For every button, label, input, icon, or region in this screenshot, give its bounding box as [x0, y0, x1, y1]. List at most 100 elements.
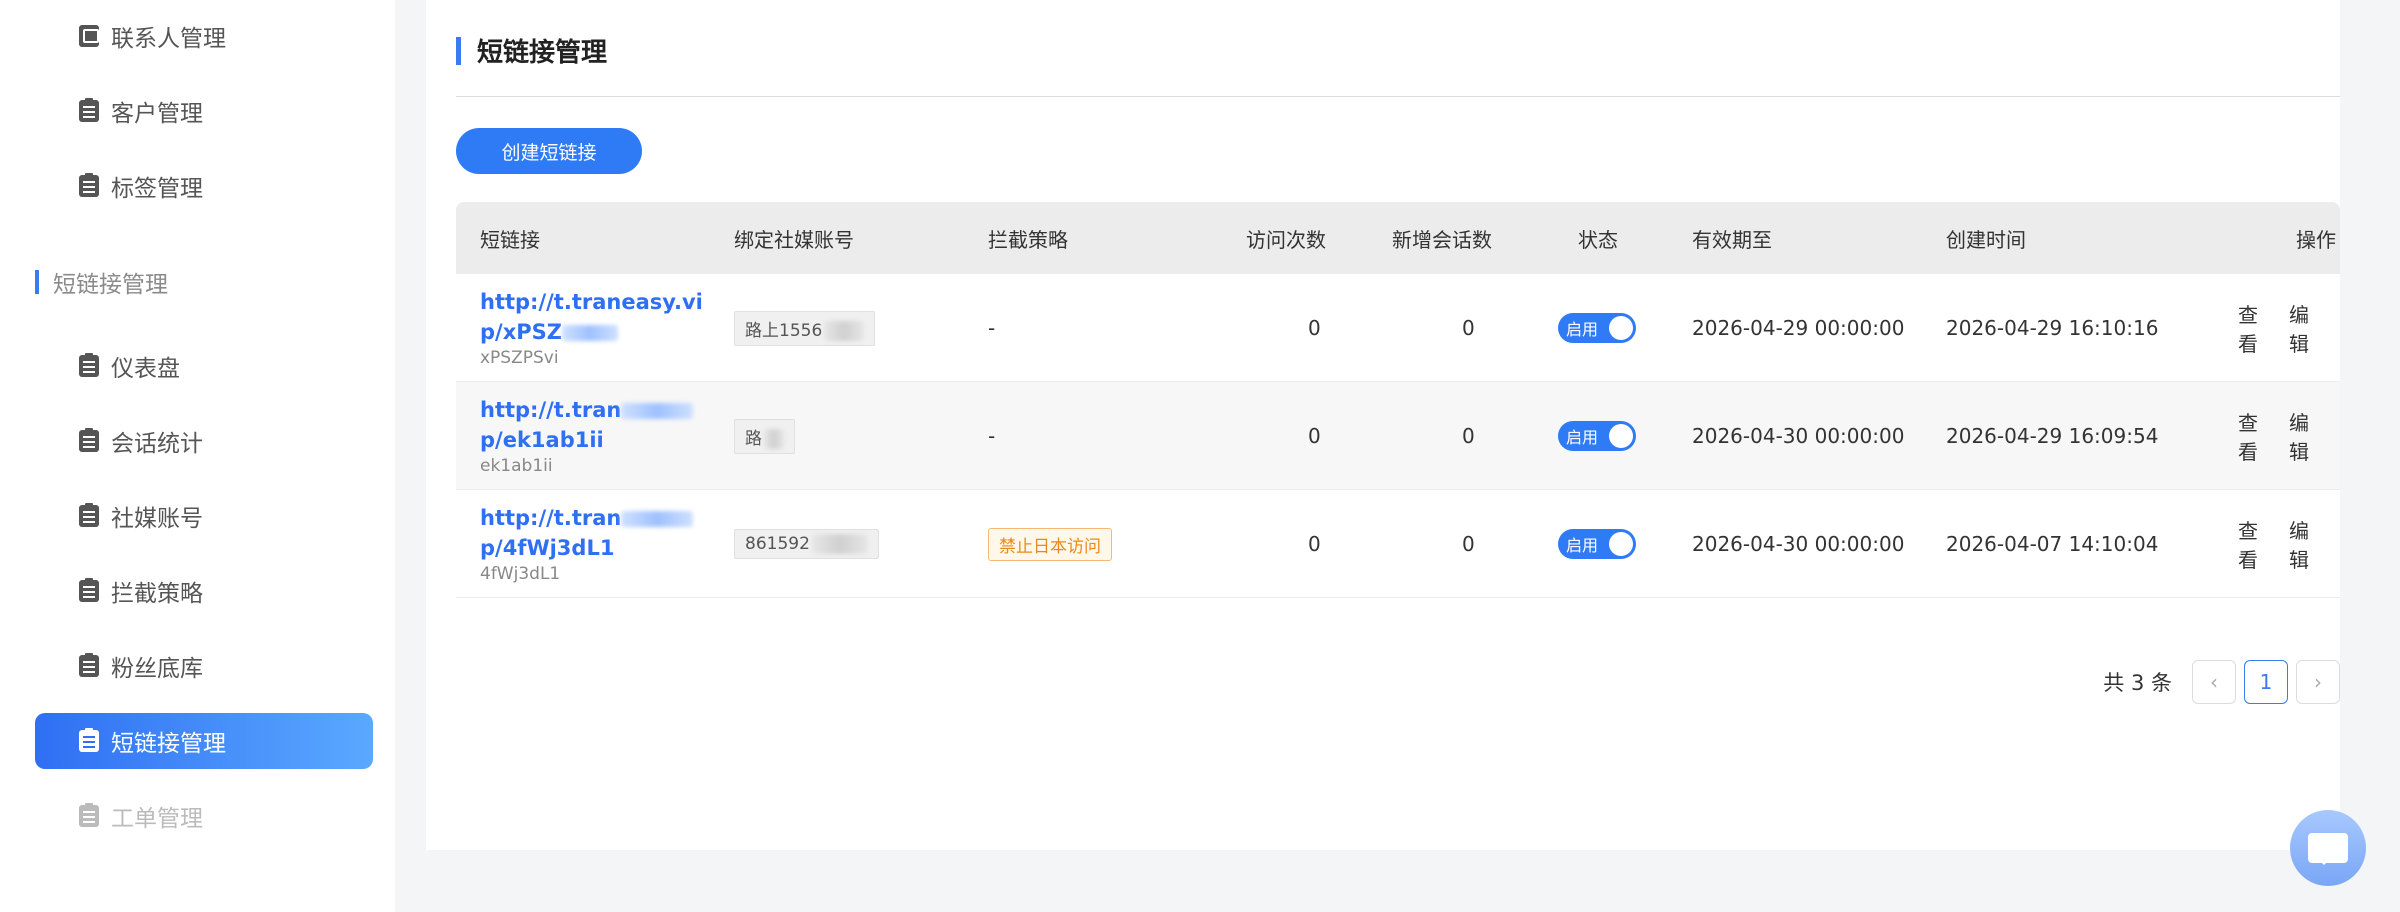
- column-header-sessions: 新增会话数: [1392, 227, 1492, 252]
- actions-cell: 查看 编辑: [2238, 274, 2340, 382]
- account-cell: 路上1556: [734, 274, 876, 382]
- status-toggle[interactable]: 启用: [1558, 421, 1636, 451]
- sidebar-item-session-stats[interactable]: 会话统计: [35, 413, 373, 469]
- document-icon: [79, 98, 99, 122]
- redacted-mask: [811, 534, 868, 554]
- created-cell: 2026-04-07 14:10:04: [1946, 532, 2159, 556]
- toggle-label: 启用: [1566, 320, 1599, 339]
- account-cell: 路: [734, 382, 795, 490]
- column-header-created: 创建时间: [1946, 227, 2026, 252]
- shortlink-link[interactable]: http://t.tran p/4fWj3dL1: [480, 503, 694, 563]
- prev-page-button[interactable]: ‹: [2192, 660, 2236, 704]
- contact-card-icon: [79, 25, 99, 47]
- sidebar-item-dashboard[interactable]: 仪表盘: [35, 338, 373, 394]
- account-badge: 路: [734, 418, 795, 454]
- toggle-knob: [1609, 316, 1633, 340]
- redacted-mask: [824, 320, 865, 341]
- actions-cell: 查看 编辑: [2238, 382, 2340, 490]
- column-header-shortlink: 短链接: [480, 227, 540, 252]
- document-icon: [79, 653, 99, 677]
- status-cell: 启用: [1558, 274, 1636, 382]
- shortlink-link[interactable]: http://t.tran p/ek1ab1ii: [480, 395, 694, 455]
- sessions-cell: 0: [1462, 532, 1475, 556]
- expires-cell: 2026-04-30 00:00:00: [1692, 532, 1905, 556]
- document-icon: [79, 428, 99, 452]
- toggle-label: 启用: [1566, 428, 1599, 447]
- status-toggle[interactable]: 启用: [1558, 529, 1636, 559]
- shortlink-cell: http://t.traneasy.vi p/xPSZ xPSZPSvi: [480, 274, 703, 382]
- column-header-account: 绑定社媒账号: [734, 227, 854, 252]
- account-badge: 路上1556: [734, 310, 876, 346]
- sidebar-item-block-strategy[interactable]: 拦截策略: [35, 563, 373, 619]
- shortlink-cell: http://t.tran p/4fWj3dL1 4fWj3dL1: [480, 490, 694, 598]
- sidebar-section-label: 短链接管理: [53, 272, 168, 298]
- view-button[interactable]: 查看: [2238, 407, 2273, 465]
- visits-cell: 0: [1308, 316, 1321, 340]
- view-button[interactable]: 查看: [2238, 515, 2273, 573]
- sidebar-item-shortlink-manage[interactable]: 短链接管理: [35, 713, 373, 769]
- section-marker: [35, 270, 39, 294]
- column-header-strategy: 拦截策略: [988, 227, 1068, 252]
- visits-cell: 0: [1308, 424, 1321, 448]
- table-row: http://t.tran p/ek1ab1ii ek1ab1ii 路 - 0 0…: [456, 382, 2340, 490]
- next-page-button[interactable]: ›: [2296, 660, 2340, 704]
- redacted-mask: [562, 325, 618, 341]
- status-cell: 启用: [1558, 490, 1636, 598]
- divider: [456, 96, 2340, 97]
- pagination: 共 3 条 ‹ 1 ›: [2103, 660, 2340, 704]
- status-cell: 启用: [1558, 382, 1636, 490]
- account-cell: 861592: [734, 490, 879, 598]
- toggle-knob: [1609, 424, 1633, 448]
- edit-button[interactable]: 编辑: [2289, 299, 2324, 357]
- sidebar-item-tickets[interactable]: 工单管理: [35, 788, 373, 844]
- redacted-mask: [621, 511, 694, 527]
- sidebar-item-label: 短链接管理: [111, 731, 226, 757]
- sessions-cell: 0: [1462, 424, 1475, 448]
- create-shortlink-button[interactable]: 创建短链接: [456, 128, 642, 174]
- edit-button[interactable]: 编辑: [2289, 407, 2324, 465]
- toggle-knob: [1609, 532, 1633, 556]
- sidebar-item-label: 仪表盘: [111, 356, 180, 382]
- sidebar-item-label: 客户管理: [111, 101, 203, 127]
- strategy-cell: -: [988, 424, 996, 448]
- chat-bubble-icon: [2308, 833, 2348, 865]
- redacted-mask: [621, 403, 694, 419]
- sidebar-item-fan-base[interactable]: 粉丝底库: [35, 638, 373, 694]
- sidebar-item-tags[interactable]: 标签管理: [35, 158, 373, 214]
- document-icon: [79, 173, 99, 197]
- main-panel: 短链接管理 创建短链接 短链接 绑定社媒账号 拦截策略 访问次数 新增会话数 状…: [426, 0, 2340, 850]
- column-header-visits: 访问次数: [1246, 227, 1326, 252]
- expires-cell: 2026-04-30 00:00:00: [1692, 424, 1905, 448]
- shortlink-code: ek1ab1ii: [480, 456, 553, 476]
- sidebar-item-label: 标签管理: [111, 176, 203, 202]
- created-cell: 2026-04-29 16:09:54: [1946, 424, 2159, 448]
- expires-cell: 2026-04-29 00:00:00: [1692, 316, 1905, 340]
- document-icon: [79, 803, 99, 827]
- document-icon: [79, 353, 99, 377]
- sidebar-item-label: 社媒账号: [111, 506, 203, 532]
- sidebar-item-social-accounts[interactable]: 社媒账号: [35, 488, 373, 544]
- sidebar-item-label: 会话统计: [111, 431, 203, 457]
- chat-support-button[interactable]: [2290, 810, 2366, 886]
- visits-cell: 0: [1308, 532, 1321, 556]
- redacted-mask: [764, 428, 784, 449]
- table-header: 短链接 绑定社媒账号 拦截策略 访问次数 新增会话数 状态 有效期至 创建时间 …: [456, 202, 2340, 274]
- shortlink-cell: http://t.tran p/ek1ab1ii ek1ab1ii: [480, 382, 694, 490]
- status-toggle[interactable]: 启用: [1558, 313, 1636, 343]
- page-title: 短链接管理: [456, 32, 607, 69]
- toggle-label: 启用: [1566, 536, 1599, 555]
- strategy-tag: 禁止日本访问: [988, 527, 1112, 561]
- column-header-status: 状态: [1578, 227, 1618, 252]
- shortlink-link[interactable]: http://t.traneasy.vi p/xPSZ: [480, 287, 703, 347]
- sidebar-section-shortlink[interactable]: 短链接管理: [35, 264, 168, 300]
- page-number-button[interactable]: 1: [2244, 660, 2288, 704]
- table-row: http://t.tran p/4fWj3dL1 4fWj3dL1 861592 …: [456, 490, 2340, 598]
- shortlink-table: 短链接 绑定社媒账号 拦截策略 访问次数 新增会话数 状态 有效期至 创建时间 …: [456, 202, 2340, 598]
- view-button[interactable]: 查看: [2238, 299, 2273, 357]
- sidebar-item-customers[interactable]: 客户管理: [35, 83, 373, 139]
- sidebar-item-label: 粉丝底库: [111, 656, 203, 682]
- document-icon: [79, 503, 99, 527]
- page-title-text: 短链接管理: [477, 38, 608, 68]
- sidebar-item-contacts[interactable]: 联系人管理: [35, 8, 373, 64]
- edit-button[interactable]: 编辑: [2289, 515, 2324, 573]
